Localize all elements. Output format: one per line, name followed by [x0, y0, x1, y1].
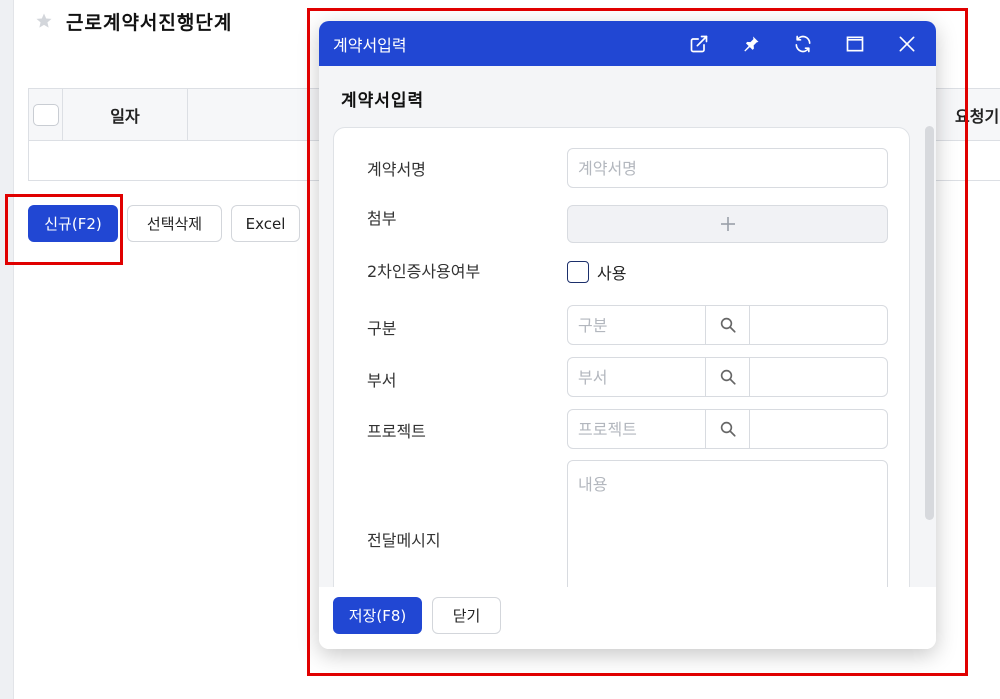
highlight-modal — [307, 8, 968, 676]
excel-button[interactable]: Excel — [231, 205, 300, 242]
column-header-date[interactable]: 일자 — [63, 89, 188, 141]
left-sidebar-strip — [0, 0, 14, 699]
favorite-star-icon[interactable] — [34, 11, 54, 31]
delete-selected-button[interactable]: 선택삭제 — [127, 205, 222, 242]
select-all-checkbox[interactable] — [32, 104, 59, 126]
page-title: 근로계약서진행단계 — [66, 11, 233, 34]
page-header: 근로계약서진행단계 — [34, 8, 232, 34]
select-all-cell — [29, 89, 63, 141]
highlight-new-button — [5, 194, 123, 265]
